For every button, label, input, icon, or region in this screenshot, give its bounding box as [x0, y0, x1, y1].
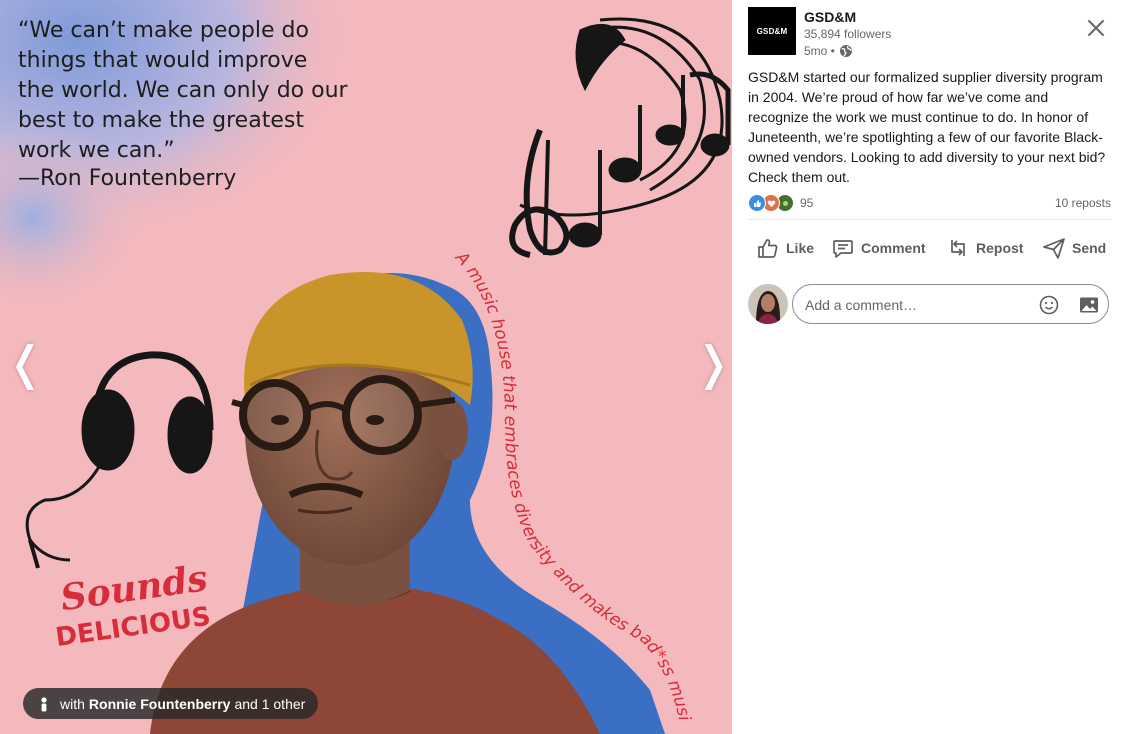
repost-count[interactable]: 10 reposts	[1055, 196, 1111, 210]
comment-button[interactable]: Comment	[831, 230, 926, 266]
repost-icon	[951, 240, 965, 256]
company-name[interactable]: GSD&M	[804, 9, 856, 25]
post-body: GSD&M started our formalized supplier di…	[748, 69, 1106, 185]
post-detail-panel: GSD&M GSD&M 35,894 followers 5mo • GSD&M…	[732, 0, 1125, 734]
previous-image-button[interactable]: ❬	[6, 338, 45, 388]
social-actions-bar: Like Comment Repost Send	[748, 230, 1118, 266]
thumbs-up-icon	[758, 239, 778, 258]
send-icon	[1043, 238, 1065, 259]
post-image: Sounds DELICIOUS A music house that embr…	[0, 0, 732, 734]
like-label: Like	[786, 240, 815, 256]
person-icon	[41, 696, 47, 711]
send-button[interactable]: Send	[1042, 230, 1106, 266]
post-meta: 5mo •	[804, 44, 853, 58]
tag-name: Ronnie Fountenberry	[88, 695, 231, 712]
reaction-count: 95	[800, 196, 814, 210]
post-age: 5mo •	[804, 44, 835, 58]
reactions-summary[interactable]: 95	[748, 194, 813, 212]
comment-input[interactable]	[803, 293, 1027, 317]
follower-count: 35,894 followers	[804, 27, 892, 41]
emoji-icon[interactable]	[1038, 294, 1060, 316]
globe-icon	[839, 45, 852, 57]
quote-text: “We can’t make people do things that wou…	[18, 18, 348, 163]
send-label: Send	[1072, 240, 1107, 256]
divider	[748, 219, 1111, 220]
comment-label: Comment	[861, 240, 926, 256]
tagged-people-pill[interactable]: with Ronnie Fountenberry and 1 other	[23, 688, 319, 719]
avatar[interactable]	[748, 284, 788, 324]
comment-box	[792, 284, 1109, 324]
user-avatar-image	[748, 284, 788, 324]
repost-label: Repost	[976, 240, 1024, 256]
quote-author: —Ron Fountenberry	[18, 166, 237, 191]
image-icon[interactable]	[1078, 294, 1100, 316]
tag-prefix: with	[60, 695, 85, 712]
like-reaction-icon	[748, 194, 766, 212]
comment-icon	[833, 240, 853, 258]
tag-suffix: and 1 other	[234, 695, 306, 712]
next-image-button[interactable]: ❭	[694, 338, 732, 388]
like-button[interactable]: Like	[756, 230, 814, 266]
company-logo[interactable]: GSD&M	[748, 7, 796, 55]
close-icon[interactable]	[1082, 14, 1110, 42]
repost-button[interactable]: Repost	[946, 230, 1023, 266]
